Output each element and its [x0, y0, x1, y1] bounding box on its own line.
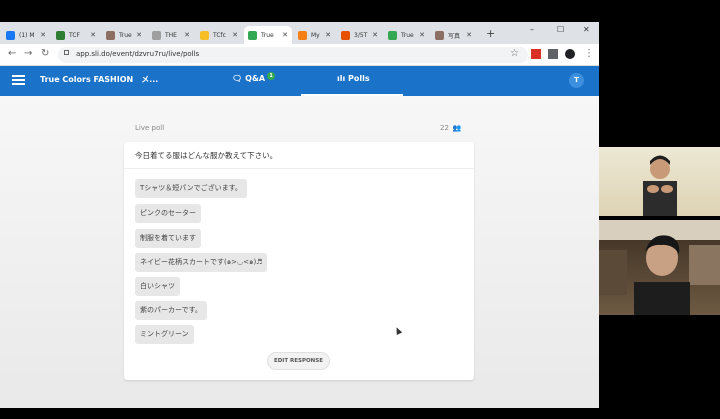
slido-header: True Colors FASHION メ... 🗨 Q&A 1 ılı Pol…	[0, 66, 599, 96]
favicon-icon	[200, 30, 209, 40]
edit-response-button[interactable]: EDIT RESPONSE	[267, 352, 330, 370]
tab-qa[interactable]: 🗨 Q&A 1	[232, 71, 276, 83]
close-tab-icon[interactable]: ✕	[419, 31, 425, 39]
browser-tab[interactable]: True ✕	[244, 26, 292, 44]
video-tile-presenter	[599, 220, 720, 315]
favicon-icon	[341, 30, 350, 40]
poll-area: Live poll 22 👥 今日着てる服はどんな服か教えて下さい。 Tシャツ＆…	[0, 96, 599, 408]
response-item: ネイビー花柄スカートです(๑>◡<๑)♬	[135, 253, 268, 272]
browser-tab[interactable]: True ✕	[102, 26, 146, 44]
hamburger-menu-icon[interactable]	[12, 75, 25, 85]
browser-tab-label: THE	[165, 31, 177, 39]
tab-polls[interactable]: ılı Polls	[301, 66, 403, 96]
people-icon: 👥	[452, 124, 462, 132]
menu-icon[interactable]: ⋮	[584, 48, 594, 59]
divider	[124, 168, 474, 169]
browser-tab[interactable]: 3/5T ✕	[337, 26, 382, 44]
browser-tab-label: My	[311, 31, 320, 39]
voter-count: 22 👥	[440, 124, 462, 132]
new-tab-button[interactable]: +	[486, 27, 495, 40]
close-tab-icon[interactable]: ✕	[372, 31, 378, 39]
reload-icon[interactable]: ↻	[41, 48, 49, 59]
forward-icon[interactable]: →	[24, 48, 32, 59]
browser-tab-label: True	[401, 31, 414, 39]
browser-tab-label: (1) M	[19, 31, 35, 39]
tab-polls-label: Polls	[348, 74, 370, 83]
browser-tab[interactable]: My ✕	[294, 26, 335, 44]
close-tab-icon[interactable]: ✕	[325, 31, 331, 39]
minimize-button[interactable]: –	[530, 25, 534, 34]
close-tab-icon[interactable]: ✕	[282, 31, 288, 39]
event-title: True Colors FASHION メ...	[40, 75, 159, 84]
voter-count-value: 22	[440, 124, 449, 132]
address-bar[interactable]: app.sli.do/event/dzvru7ru/live/polls	[58, 47, 528, 63]
browser-tab-label: True	[261, 31, 274, 39]
bookmark-star-icon[interactable]: ☆	[510, 48, 519, 59]
lock-icon	[64, 50, 69, 55]
tab-polls-text: ılı Polls	[337, 74, 370, 83]
favicon-icon	[248, 30, 257, 40]
close-tab-icon[interactable]: ✕	[184, 31, 190, 39]
url-text: app.sli.do/event/dzvru7ru/live/polls	[76, 50, 200, 58]
screen: + – ☐ ✕ (1) M ✕ TCF ✕ True ✕ THE ✕ TCfc ✕ True ✕ My ✕…	[0, 0, 720, 419]
close-tab-icon[interactable]: ✕	[40, 31, 46, 39]
response-item: Tシャツ＆短パンでございます。	[135, 179, 247, 198]
close-tab-icon[interactable]: ✕	[136, 31, 142, 39]
presenter-figure	[599, 220, 720, 315]
favicon-icon	[388, 30, 397, 40]
user-avatar[interactable]: T	[569, 73, 584, 88]
browser-tab[interactable]: 写真 ✕	[431, 26, 476, 44]
browser-tab[interactable]: (1) M ✕	[2, 26, 50, 44]
response-item: 制服を着ています	[135, 229, 201, 248]
browser-tab[interactable]: TCfc ✕	[196, 26, 242, 44]
favicon-icon	[298, 30, 307, 40]
browser-tab-label: True	[119, 31, 132, 39]
response-item: ミントグリーン	[135, 325, 194, 344]
close-tab-icon[interactable]: ✕	[232, 31, 238, 39]
response-item: 紫のパーカーです。	[135, 301, 207, 320]
interpreter-figure	[643, 155, 677, 216]
response-item: 白いシャツ	[135, 277, 180, 296]
browser-tab-label: TCfc	[213, 31, 226, 39]
puzzle-extension-icon[interactable]	[548, 49, 558, 59]
favicon-icon	[435, 30, 444, 40]
profile-icon[interactable]	[565, 49, 575, 59]
browser-tab[interactable]: True ✕	[384, 26, 429, 44]
browser-tab-label: 3/5T	[354, 31, 368, 39]
favicon-icon	[56, 30, 65, 40]
browser-tab-label: 写真	[448, 32, 461, 40]
favicon-icon	[106, 30, 115, 40]
back-icon[interactable]: ←	[8, 48, 16, 59]
bar-chart-icon: ılı	[337, 74, 346, 83]
qa-count-badge: 1	[267, 71, 276, 80]
speech-bubble-icon: 🗨	[232, 74, 243, 83]
video-tile-interpreter	[599, 147, 720, 216]
pdf-extension-icon[interactable]	[531, 49, 541, 59]
close-tab-icon[interactable]: ✕	[90, 31, 96, 39]
poll-status: Live poll	[135, 124, 165, 132]
close-tab-icon[interactable]: ✕	[466, 31, 472, 39]
browser-tab-label: TCF	[69, 31, 80, 39]
tab-strip: + – ☐ ✕ (1) M ✕ TCF ✕ True ✕ THE ✕ TCfc ✕ True ✕ My ✕…	[0, 22, 599, 44]
response-item: ピンクのセーター	[135, 204, 201, 223]
close-window-button[interactable]: ✕	[583, 25, 590, 34]
favicon-icon	[152, 30, 161, 40]
maximize-button[interactable]: ☐	[557, 25, 564, 34]
browser-window: + – ☐ ✕ (1) M ✕ TCF ✕ True ✕ THE ✕ TCfc ✕ True ✕ My ✕…	[0, 22, 599, 408]
browser-toolbar: ← → ↻ app.sli.do/event/dzvru7ru/live/pol…	[0, 44, 599, 66]
browser-tab[interactable]: TCF ✕	[52, 26, 100, 44]
browser-tab[interactable]: THE ✕	[148, 26, 194, 44]
poll-card: 今日着てる服はどんな服か教えて下さい。 Tシャツ＆短パンでございます。 ピンクの…	[124, 142, 474, 380]
tab-qa-label: Q&A	[245, 74, 266, 83]
poll-question: 今日着てる服はどんな服か教えて下さい。	[135, 151, 278, 160]
favicon-icon	[6, 30, 15, 40]
